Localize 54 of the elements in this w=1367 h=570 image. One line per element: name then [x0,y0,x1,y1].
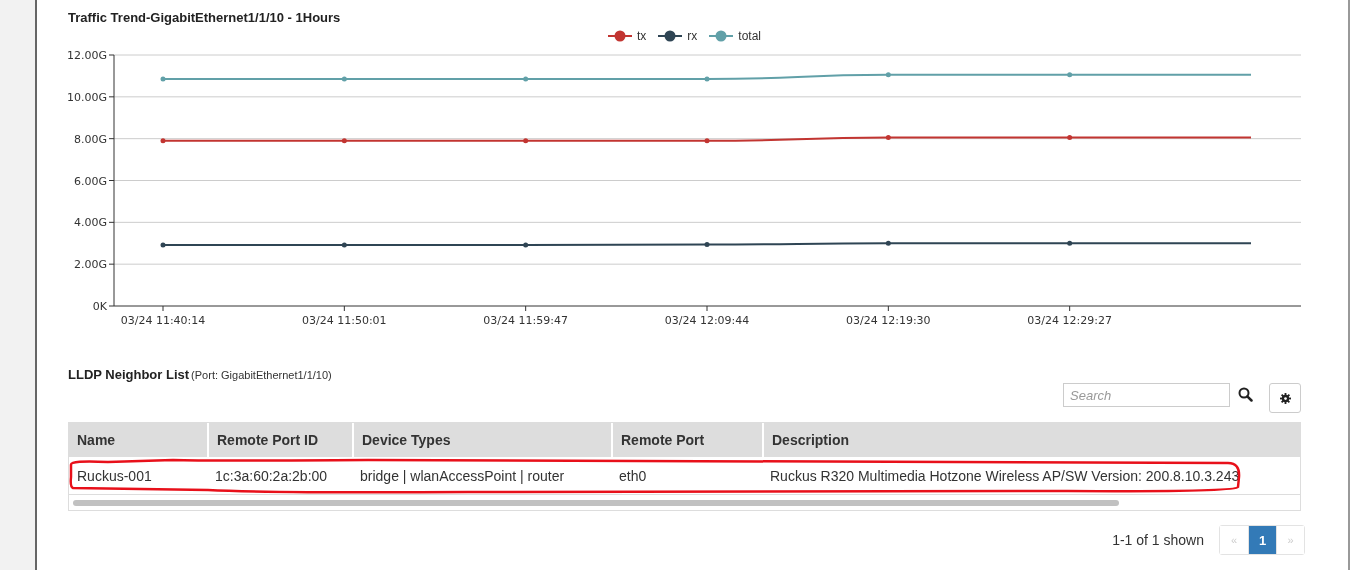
table-cell: eth0 [611,457,762,495]
data-point [885,240,891,246]
data-point [523,242,529,248]
column-header[interactable]: Device Types [352,423,611,457]
y-axis-label: 10.00G [68,90,107,104]
data-point [1067,240,1073,246]
y-axis-label: 0K [92,300,107,313]
x-axis-label: 03/24 11:59:47 [483,314,568,327]
y-axis-label: 12.00G [68,49,107,62]
search-field[interactable]: Search [1063,383,1230,407]
y-axis-label: 2.00G [73,258,107,272]
x-axis-label: 03/24 12:09:44 [664,314,750,327]
data-point [341,138,347,144]
search-icon[interactable] [1238,387,1253,402]
legend-item[interactable]: tx [608,27,647,45]
page-button[interactable]: 1 [1248,526,1276,554]
data-point [1067,135,1073,141]
table-cell: 1c:3a:60:2a:2b:00 [207,457,352,495]
y-axis-label: 4.00G [73,216,107,230]
x-axis-label: 03/24 11:40:14 [120,314,206,327]
y-axis-label: 8.00G [73,132,107,146]
data-point [160,242,166,248]
column-header[interactable]: Description [762,423,1300,457]
column-header[interactable]: Name [69,423,207,457]
column-header[interactable]: Remote Port ID [207,423,352,457]
x-axis-label: 03/24 12:29:27 [1027,314,1112,327]
results-summary: 1-1 of 1 shown [1112,532,1204,548]
legend-item[interactable]: total [709,27,761,45]
data-point [704,76,710,82]
y-axis-label: 6.00G [73,174,107,188]
section-title: LLDP Neighbor List [68,367,190,382]
scrollbar-thumb[interactable] [73,499,1119,506]
data-point [885,135,891,141]
port-subtitle: (Port: GigabitEthernet1/1/10) [191,369,332,381]
x-axis-label: 03/24 12:19:30 [846,314,931,327]
x-axis-label: 03/24 11:50:01 [302,314,387,327]
data-point [704,138,710,144]
data-point [160,138,166,144]
data-point [704,242,710,247]
table-cell: bridge | wlanAccessPoint | router [352,457,611,495]
settings-button[interactable] [1269,383,1301,413]
data-point [341,242,347,248]
data-point [1067,72,1073,78]
data-point [160,76,166,82]
gear-icon [1279,392,1291,404]
table-cell: Ruckus-001 [69,457,207,495]
table-cell: Ruckus R320 Multimedia Hotzone Wireless AP/SW Version: 200.8.10.3.243 [762,457,1300,495]
column-header[interactable]: Remote Port [611,423,762,457]
data-point [523,138,529,144]
data-point [885,72,891,78]
data-point [523,76,529,82]
data-point [341,76,347,82]
legend-item[interactable]: rx [658,27,698,45]
chart-title: Traffic Trend-GigabitEthernet1/1/10 - 1Hours [68,9,341,27]
